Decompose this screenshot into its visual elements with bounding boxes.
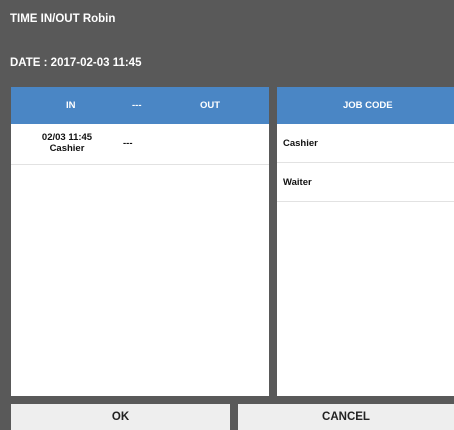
ok-button[interactable]: OK (11, 404, 230, 430)
job-code-header-label: JOB CODE (343, 100, 393, 111)
time-out-value: --- (123, 138, 133, 149)
cancel-button[interactable]: CANCEL (238, 404, 454, 430)
date-label: DATE : 2017-02-03 11:45 (10, 57, 142, 69)
job-code-list: JOB CODE Cashier Waiter (277, 87, 454, 396)
job-code-item-cashier[interactable]: Cashier (277, 124, 454, 163)
time-record-row[interactable]: 02/03 11:45 Cashier --- (11, 124, 269, 165)
separator-column-header: --- (132, 100, 142, 111)
time-in-job: Cashier (49, 143, 85, 154)
job-code-label: Cashier (283, 138, 318, 149)
job-code-label: Waiter (283, 177, 312, 188)
time-in-cell: 02/03 11:45 Cashier (31, 132, 103, 154)
dialog-title: TIME IN/OUT Robin (10, 13, 116, 25)
job-code-header: JOB CODE (277, 87, 454, 124)
job-code-item-waiter[interactable]: Waiter (277, 163, 454, 202)
time-in-out-table: IN --- OUT 02/03 11:45 Cashier --- (11, 87, 269, 396)
in-column-header: IN (66, 100, 76, 111)
out-column-header: OUT (200, 100, 221, 111)
time-in-value: 02/03 11:45 (41, 132, 93, 143)
time-table-header: IN --- OUT (11, 87, 269, 124)
